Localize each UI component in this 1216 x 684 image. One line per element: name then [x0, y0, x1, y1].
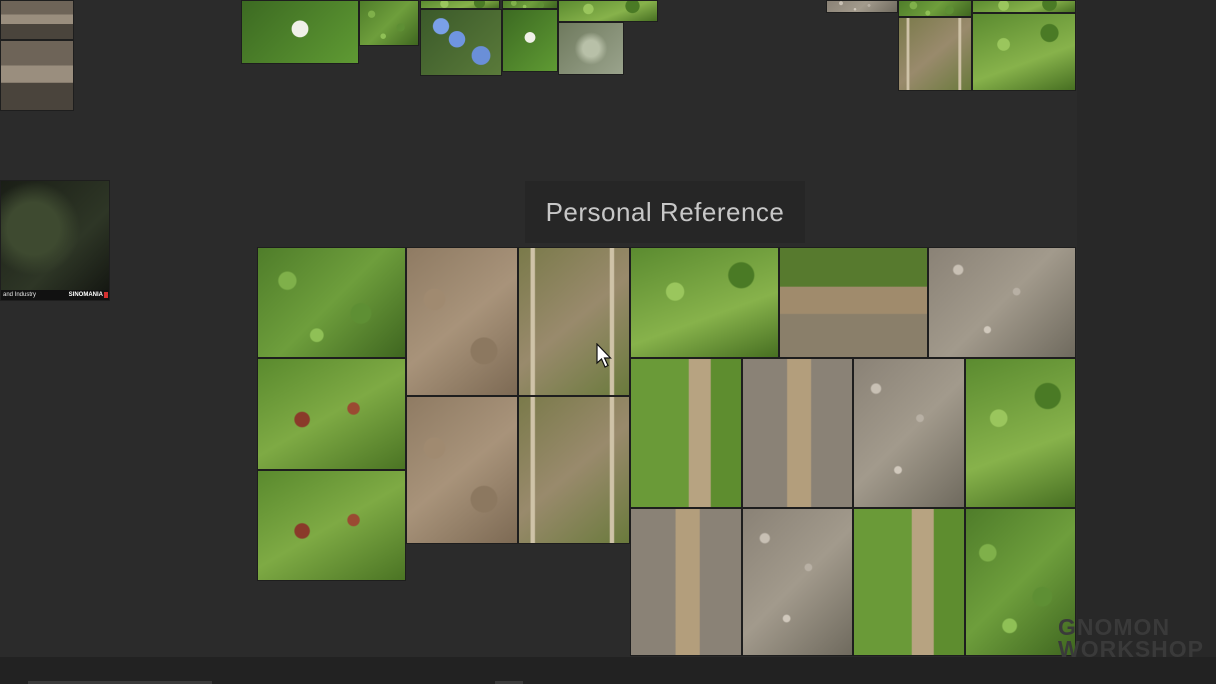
reference-image-weeds-red-2[interactable] — [257, 470, 406, 581]
reference-image-leaves-2[interactable] — [420, 0, 500, 9]
image-caption-bar: and Industry SINOMANIA — [1, 290, 109, 300]
reference-image-cave[interactable]: and Industry SINOMANIA — [0, 180, 110, 301]
image-caption-logo: SINOMANIA — [68, 292, 103, 298]
reference-image-ruins-top[interactable] — [0, 0, 74, 40]
reference-image-plank-grass[interactable] — [779, 247, 928, 358]
group-label[interactable]: Personal Reference — [525, 181, 805, 243]
reference-image-gravel-grass[interactable] — [965, 358, 1076, 508]
reference-image-plank-1[interactable] — [630, 358, 742, 508]
reference-image-strip-3[interactable] — [826, 0, 898, 13]
group-label-text: Personal Reference — [545, 196, 785, 227]
reference-image-strip-5[interactable] — [972, 0, 1076, 13]
reference-image-plank-4[interactable] — [853, 508, 965, 656]
reference-image-strip-1[interactable] — [502, 0, 558, 9]
reference-image-clover[interactable] — [241, 0, 359, 64]
reference-image-plank-2[interactable] — [742, 358, 853, 508]
reference-image-white-flower[interactable] — [502, 9, 558, 72]
reference-image-moss[interactable] — [558, 22, 624, 75]
reference-image-ruins-bottom[interactable] — [0, 40, 74, 111]
reference-image-dirt-2[interactable] — [406, 396, 518, 544]
reference-image-path-1[interactable] — [518, 247, 630, 396]
reference-image-leaves[interactable] — [359, 0, 419, 46]
watermark-line-1: GNOMON — [1058, 614, 1171, 640]
reference-image-grass-1[interactable] — [257, 247, 406, 358]
reference-image-blue-flowers[interactable] — [420, 9, 502, 76]
mouse-pointer-icon — [596, 343, 612, 368]
right-panel — [1077, 0, 1216, 684]
reference-image-plank-3[interactable] — [630, 508, 742, 656]
image-caption-mark — [104, 292, 108, 298]
bottom-bar — [0, 657, 1216, 684]
reference-image-weeds-red[interactable] — [257, 358, 406, 470]
watermark: GNOMON WORKSHOP — [1058, 614, 1208, 661]
reference-image-strip-2[interactable] — [558, 0, 658, 22]
reference-image-dirt-1[interactable] — [406, 247, 518, 396]
reference-image-gravel-2[interactable] — [742, 508, 853, 656]
reference-image-plank-gravel[interactable] — [928, 247, 1076, 358]
reference-image-garden-flowers[interactable] — [972, 13, 1076, 91]
reference-image-gravel-1[interactable] — [853, 358, 965, 508]
reference-image-path-2[interactable] — [518, 396, 630, 544]
reference-image-stone-path[interactable] — [898, 17, 972, 91]
reference-image-grass-2[interactable] — [630, 247, 779, 358]
reference-image-strip-4[interactable] — [898, 0, 972, 17]
image-caption-text: and Industry — [3, 292, 37, 298]
